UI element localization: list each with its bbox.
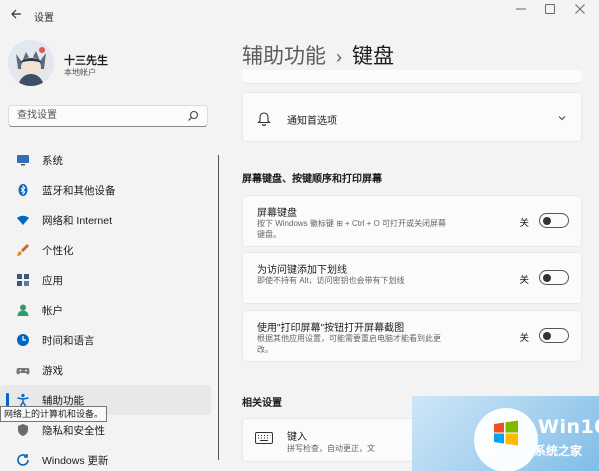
sidebar-item-label: 帐户 bbox=[42, 305, 63, 317]
globe-clock-icon bbox=[16, 333, 30, 347]
sidebar-item-gaming[interactable]: 游戏 bbox=[0, 355, 211, 385]
sidebar-item-label: 隐私和安全性 bbox=[42, 425, 105, 437]
sidebar-item-label: 应用 bbox=[42, 275, 63, 287]
title-bar: 设置 bbox=[0, 0, 599, 30]
sidebar-item-windows-update[interactable]: Windows 更新 bbox=[0, 445, 211, 471]
breadcrumb-parent[interactable]: 辅助功能 bbox=[242, 45, 326, 68]
sidebar-item-apps[interactable]: 应用 bbox=[0, 265, 211, 295]
user-profile[interactable]: 十三先生 本地帐户 bbox=[8, 40, 208, 96]
app-title: 设置 bbox=[34, 13, 54, 24]
back-arrow-icon[interactable] bbox=[8, 7, 24, 23]
setting-description: 根据其他应用设置，可能需要重启电脑才能看到此更改。 bbox=[257, 334, 441, 354]
print-screen-snipping-card: 使用"打印屏幕"按钮打开屏幕截图 根据其他应用设置，可能需要重启电脑才能看到此更… bbox=[242, 310, 582, 362]
sidebar-item-label: 游戏 bbox=[42, 365, 63, 377]
tooltip: 网络上的计算机和设备。 bbox=[0, 406, 108, 422]
sidebar-item-label: 网络和 Internet bbox=[42, 215, 113, 227]
watermark-brand-ten: 10 bbox=[580, 416, 599, 438]
sidebar-item-label: 蓝牙和其他设备 bbox=[42, 185, 116, 197]
toggle-knob bbox=[543, 216, 551, 225]
sidebar-item-system[interactable]: 系统 bbox=[0, 145, 211, 175]
breadcrumb-separator: › bbox=[336, 47, 342, 67]
search-box[interactable] bbox=[8, 105, 208, 127]
sidebar-item-personalization[interactable]: 个性化 bbox=[0, 235, 211, 265]
windows-logo-icon bbox=[492, 420, 520, 446]
watermark-badge: Win10 系统之家 bbox=[412, 396, 599, 471]
notification-preferences-label: 通知首选项 bbox=[287, 116, 337, 127]
update-icon bbox=[16, 453, 30, 467]
sidebar-nav: 系统 蓝牙和其他设备 网络和 Internet 个性化 应用 帐户 时间和语言 … bbox=[0, 145, 214, 471]
person-icon bbox=[16, 303, 30, 317]
setting-description: 即使不持有 Alt，访问密钥也会带有下划线 bbox=[257, 276, 405, 285]
breadcrumb: 辅助功能 › 键盘 bbox=[242, 40, 394, 70]
sidebar-item-network[interactable]: 网络和 Internet bbox=[0, 205, 211, 235]
minimize-icon[interactable] bbox=[509, 3, 533, 19]
typing-title: 键入 bbox=[287, 432, 307, 443]
toggle-state-label: 关 bbox=[519, 218, 529, 229]
setting-title: 为访问键添加下划线 bbox=[257, 265, 347, 276]
toggle-state-label: 关 bbox=[519, 275, 529, 286]
pane-divider bbox=[218, 155, 219, 460]
on-screen-keyboard-toggle[interactable] bbox=[539, 213, 569, 228]
section-title-keyboard: 屏幕键盘、按键顺序和打印屏幕 bbox=[242, 174, 382, 185]
active-indicator bbox=[6, 393, 9, 407]
search-input[interactable] bbox=[9, 106, 179, 125]
page-title: 键盘 bbox=[352, 45, 394, 68]
search-icon[interactable] bbox=[187, 110, 199, 122]
notification-preferences-card[interactable]: 通知首选项 bbox=[242, 92, 582, 142]
on-screen-keyboard-card: 屏幕键盘 按下 Windows 徽标键 ⊞ + Ctrl + O 可打开或关闭屏… bbox=[242, 195, 582, 247]
sidebar-item-time-language[interactable]: 时间和语言 bbox=[0, 325, 211, 355]
scrolled-card-edge bbox=[242, 70, 582, 84]
brush-icon bbox=[16, 243, 30, 257]
close-icon[interactable] bbox=[568, 3, 592, 19]
gamepad-icon bbox=[16, 363, 30, 377]
sidebar-item-label: 个性化 bbox=[42, 245, 74, 257]
wifi-icon bbox=[16, 213, 30, 227]
print-screen-snipping-toggle[interactable] bbox=[539, 328, 569, 343]
sidebar-item-label: Windows 更新 bbox=[42, 455, 109, 467]
underline-access-keys-card: 为访问键添加下划线 即使不持有 Alt，访问密钥也会带有下划线 关 bbox=[242, 252, 582, 304]
setting-title: 使用"打印屏幕"按钮打开屏幕截图 bbox=[257, 323, 405, 334]
sidebar-item-bluetooth[interactable]: 蓝牙和其他设备 bbox=[0, 175, 211, 205]
watermark-brand-win: Win bbox=[538, 416, 581, 438]
avatar bbox=[8, 40, 54, 86]
keyboard-icon bbox=[255, 432, 273, 444]
watermark-brand: Win10 bbox=[538, 416, 599, 438]
toggle-knob bbox=[543, 331, 551, 340]
account-type: 本地帐户 bbox=[64, 68, 96, 77]
chevron-down-icon[interactable] bbox=[557, 113, 567, 123]
setting-title: 屏幕键盘 bbox=[257, 208, 297, 219]
user-name: 十三先生 bbox=[64, 55, 108, 67]
sidebar-item-label: 时间和语言 bbox=[42, 335, 95, 347]
monitor-icon bbox=[16, 153, 30, 167]
bell-icon bbox=[257, 110, 271, 126]
toggle-knob bbox=[543, 273, 551, 282]
shield-icon bbox=[16, 423, 30, 437]
sidebar-item-accounts[interactable]: 帐户 bbox=[0, 295, 211, 325]
section-title-related: 相关设置 bbox=[242, 398, 282, 409]
accessibility-icon bbox=[16, 393, 30, 407]
watermark-tagline: 系统之家 bbox=[534, 444, 583, 458]
apps-icon bbox=[16, 273, 30, 287]
setting-description: 按下 Windows 徽标键 ⊞ + Ctrl + O 可打开或关闭屏幕键盘。 bbox=[257, 219, 446, 239]
maximize-icon[interactable] bbox=[538, 3, 562, 19]
sidebar-item-label: 系统 bbox=[42, 155, 63, 167]
underline-access-keys-toggle[interactable] bbox=[539, 270, 569, 285]
toggle-state-label: 关 bbox=[519, 333, 529, 344]
bluetooth-icon bbox=[16, 183, 30, 197]
typing-description: 拼写检查，自动更正，文 bbox=[287, 444, 375, 453]
